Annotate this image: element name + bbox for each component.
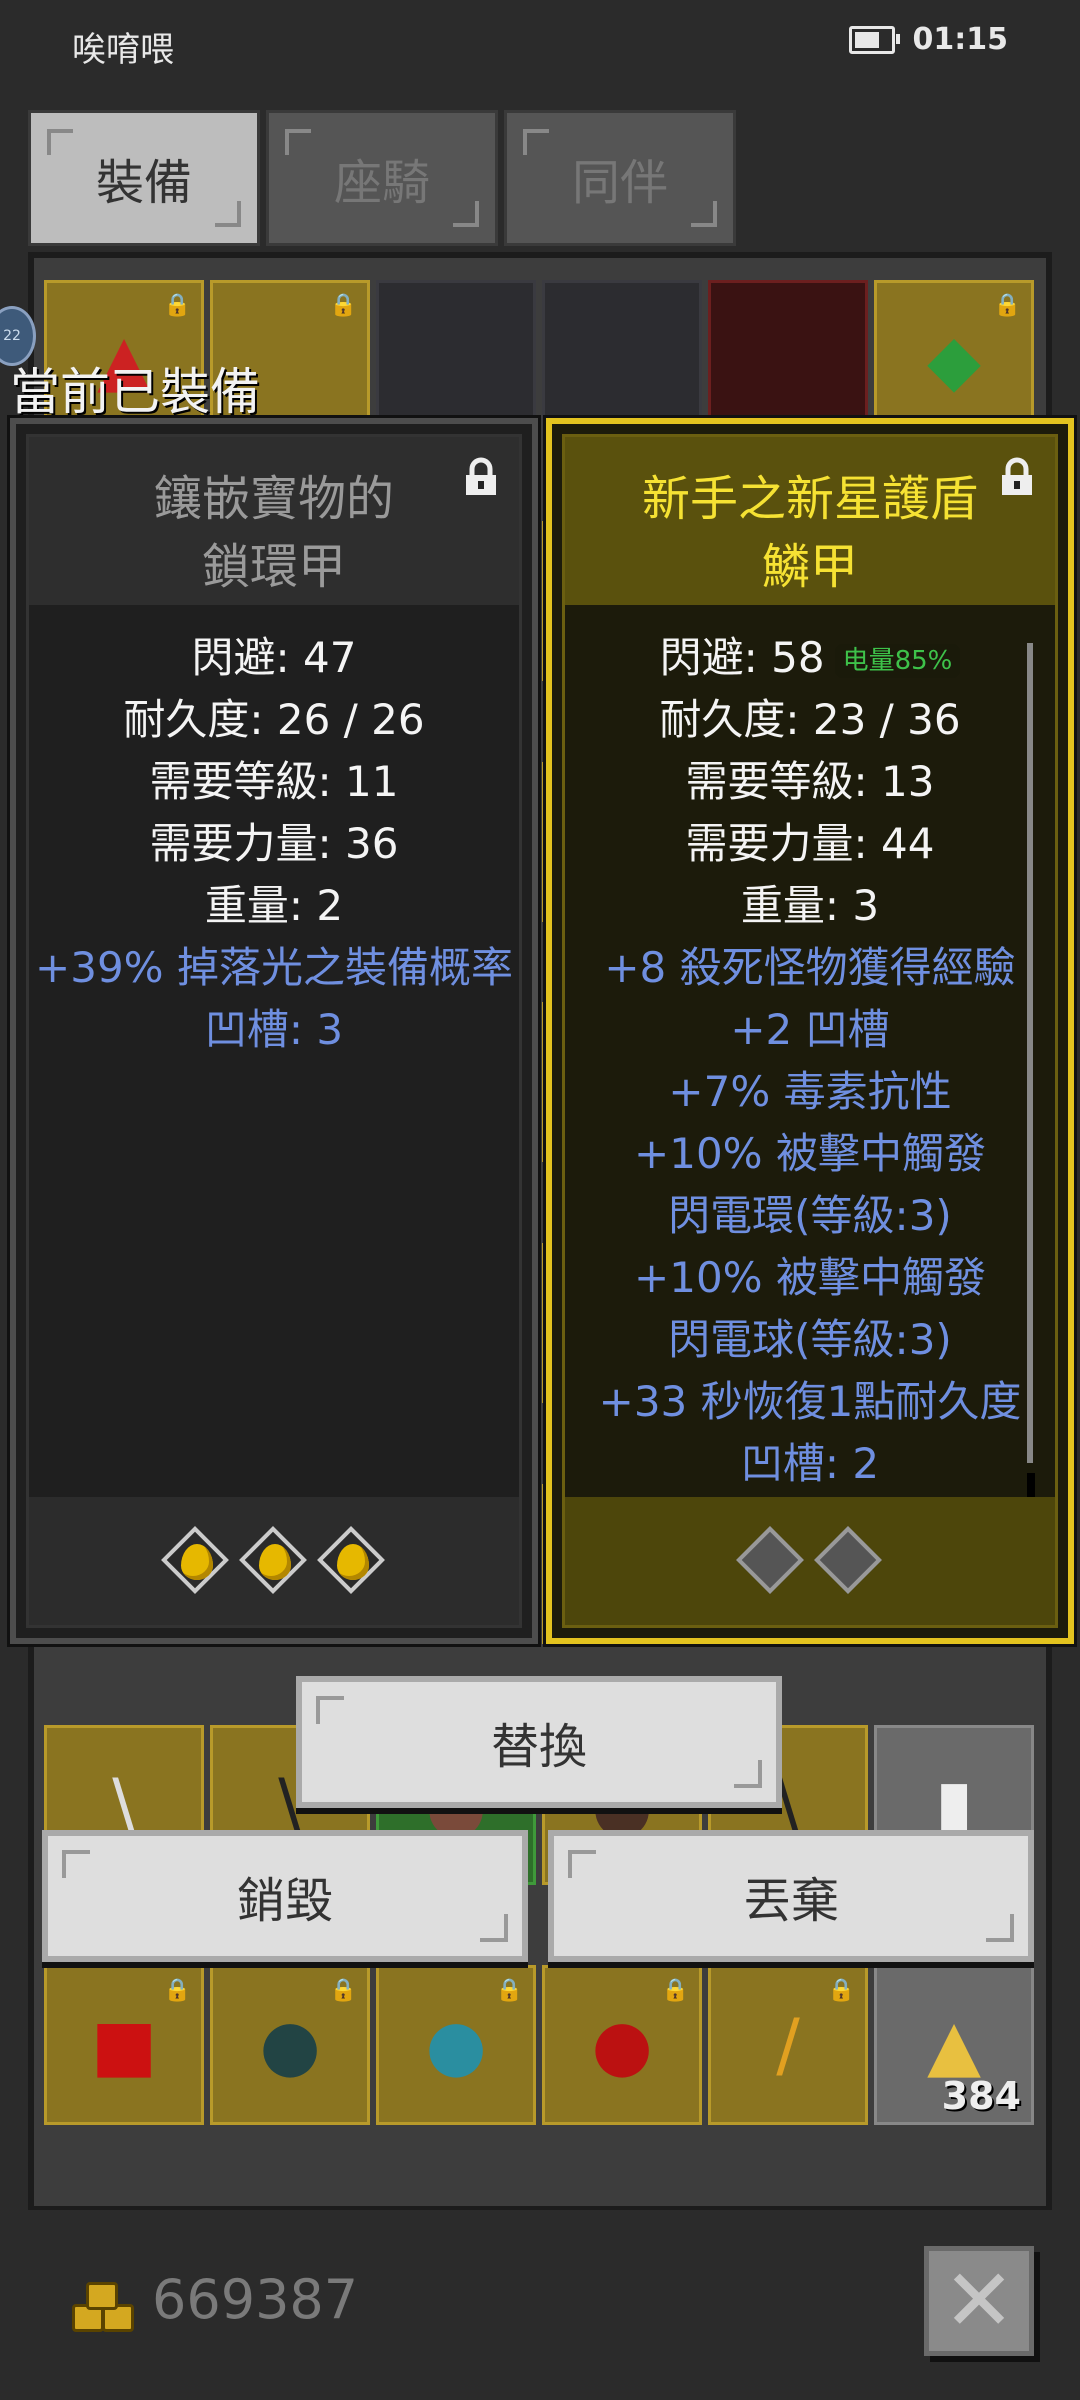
stat-line: +10% 被擊中觸發 bbox=[634, 1129, 986, 1178]
gem-socket-filled-icon bbox=[317, 1526, 387, 1596]
stat-line: 需要等級: 11 bbox=[149, 757, 399, 806]
destroy-button[interactable]: 銷毀 bbox=[42, 1830, 528, 1962]
discard-button[interactable]: 丟棄 bbox=[548, 1830, 1034, 1962]
gem-socket-filled-icon bbox=[239, 1526, 309, 1596]
new-item-sockets bbox=[565, 1497, 1055, 1625]
close-icon: ✕ bbox=[942, 2251, 1016, 2351]
new-item-header: 新手之新星護盾 鱗甲 bbox=[565, 437, 1055, 605]
inventory-slot[interactable]: ▲ 384 bbox=[874, 1965, 1034, 2126]
stat-line: 凹槽: 2 bbox=[740, 1439, 880, 1488]
stat-line: +2 凹槽 bbox=[730, 1005, 890, 1054]
equipped-item-header: 鑲嵌寶物的 鎖環甲 bbox=[29, 437, 519, 605]
tab-equipment-label: 裝備 bbox=[95, 155, 192, 211]
inventory-slot[interactable]: ● 🔒 bbox=[376, 1965, 536, 2126]
stat-line: 閃避: 58 电量85% bbox=[565, 627, 1055, 689]
inventory-slot[interactable] bbox=[708, 280, 868, 440]
discard-button-label: 丟棄 bbox=[742, 1873, 839, 1929]
gem-socket-empty-icon bbox=[814, 1526, 884, 1596]
gem-socket-empty-icon bbox=[736, 1526, 806, 1596]
lock-icon[interactable] bbox=[463, 457, 499, 497]
equipped-item-name-line2: 鎖環甲 bbox=[201, 539, 346, 595]
status-bar: 唉唷喂 01:15 bbox=[0, 0, 1080, 86]
close-button[interactable]: ✕ bbox=[924, 2246, 1034, 2356]
destroy-button-label: 銷毀 bbox=[236, 1873, 333, 1929]
stat-line: 閃電球(等級:3) bbox=[668, 1315, 952, 1364]
stack-count: 384 bbox=[941, 2074, 1021, 2119]
stat-line: 重量: 3 bbox=[740, 881, 880, 930]
stat-line: 需要等級: 13 bbox=[685, 757, 935, 806]
status-right: 01:15 bbox=[848, 22, 1009, 57]
stat-line: 耐久度: 23 / 36 bbox=[659, 695, 961, 744]
inventory-slot[interactable] bbox=[542, 280, 702, 440]
status-time: 01:15 bbox=[912, 22, 1009, 57]
battery-note: 电量85% bbox=[834, 643, 961, 678]
lock-icon[interactable] bbox=[999, 457, 1035, 497]
battery-icon bbox=[848, 25, 900, 54]
equipped-item-sockets bbox=[29, 1497, 519, 1625]
stat-line: 閃避: 47 bbox=[191, 633, 357, 682]
tab-mount-label: 座騎 bbox=[333, 155, 430, 211]
scrollbar[interactable] bbox=[1027, 643, 1033, 1463]
inventory-slot[interactable]: / 🔒 bbox=[708, 1965, 868, 2126]
inventory-slot[interactable]: ■ 🔒 bbox=[44, 1965, 204, 2126]
gem-socket-filled-icon bbox=[161, 1526, 231, 1596]
equipped-item-stats: 閃避: 47 耐久度: 26 / 26 需要等級: 11 需要力量: 36 重量: 2 +… bbox=[29, 627, 519, 1061]
replace-button[interactable]: 替換 bbox=[296, 1676, 782, 1808]
tab-companion[interactable]: 同伴 bbox=[504, 110, 736, 246]
inventory-slot[interactable] bbox=[376, 280, 536, 440]
gold-amount: 669387 bbox=[152, 2268, 359, 2331]
stat-line: +8 殺死怪物獲得經驗 bbox=[604, 943, 1016, 992]
stat-line: 需要力量: 44 bbox=[685, 819, 935, 868]
tab-mount[interactable]: 座騎 bbox=[266, 110, 498, 246]
tab-companion-label: 同伴 bbox=[571, 155, 668, 211]
status-left-text: 唉唷喂 bbox=[72, 30, 174, 70]
new-item-name-line2: 鱗甲 bbox=[761, 539, 858, 595]
gold-coins-icon bbox=[72, 2278, 136, 2332]
inventory-slot[interactable]: ◆ 🔒 bbox=[874, 280, 1034, 440]
inventory-slot[interactable]: ● 🔒 bbox=[542, 1965, 702, 2126]
stat-line: +33 秒恢復1點耐久度 bbox=[598, 1377, 1022, 1426]
replace-button-label: 替換 bbox=[490, 1719, 587, 1775]
new-item-panel: 新手之新星護盾 鱗甲 閃避: 58 电量85% 耐久度: 23 / 36 需要等級: … bbox=[543, 415, 1077, 1647]
stat-line: 重量: 2 bbox=[204, 881, 344, 930]
stat-line: 需要力量: 36 bbox=[149, 819, 399, 868]
equipped-item-panel: 鑲嵌寶物的 鎖環甲 閃避: 47 耐久度: 26 / 26 需要等級: 11 需要力量… bbox=[7, 415, 541, 1647]
equipped-item-name-line1: 鑲嵌寶物的 bbox=[153, 471, 394, 527]
inventory-slot[interactable]: ● 🔒 bbox=[210, 1965, 370, 2126]
new-item-name-line1: 新手之新星護盾 bbox=[641, 471, 978, 527]
stat-line: +10% 被擊中觸發 bbox=[634, 1253, 986, 1302]
stat-line: +39% 掉落光之裝備概率 bbox=[35, 943, 513, 992]
tab-equipment[interactable]: 裝備 bbox=[28, 110, 260, 246]
stat-line: 閃電環(等級:3) bbox=[668, 1191, 952, 1240]
bottom-bar: 669387 ✕ bbox=[0, 2210, 1080, 2400]
stat-line: 凹槽: 3 bbox=[204, 1005, 344, 1054]
stat-line: 耐久度: 26 / 26 bbox=[123, 695, 425, 744]
stat-line: +7% 毒素抗性 bbox=[668, 1067, 952, 1116]
new-item-stats: 閃避: 58 电量85% 耐久度: 23 / 36 需要等級: 13 需要力量: 44 重… bbox=[565, 627, 1055, 1495]
currently-equipped-label: 當前已裝備 bbox=[10, 363, 260, 421]
